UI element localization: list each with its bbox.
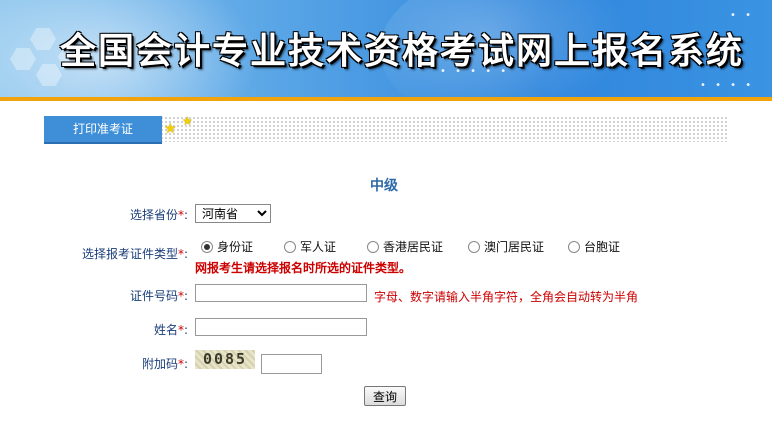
header-divider bbox=[0, 97, 772, 101]
dots-decoration: • • • • bbox=[700, 80, 755, 91]
radio-unchecked-icon[interactable] bbox=[468, 240, 480, 253]
id-type-radio-macau[interactable]: 澳门居民证 bbox=[468, 238, 544, 255]
dots-decoration: • • bbox=[730, 10, 754, 21]
radio-checked-icon[interactable] bbox=[201, 240, 213, 253]
id-type-radio-hongkong[interactable]: 香港居民证 bbox=[367, 238, 443, 255]
header-banner: • • • • • • • • • • • 全国会计专业技术资格考试网上报名系统 bbox=[0, 0, 772, 98]
radio-unchecked-icon[interactable] bbox=[568, 240, 580, 253]
id-type-label: 选择报考证件类型*: bbox=[81, 247, 188, 261]
star-icon: ★ bbox=[182, 114, 193, 128]
captcha-label: 附加码*: bbox=[141, 357, 188, 371]
banner-title: 全国会计专业技术资格考试网上报名系统 bbox=[60, 30, 745, 72]
id-type-radio-id-card[interactable]: 身份证 bbox=[201, 238, 253, 255]
id-number-input[interactable] bbox=[195, 284, 367, 302]
province-label: 选择省份*: bbox=[129, 208, 188, 222]
radio-unchecked-icon[interactable] bbox=[367, 240, 379, 253]
radio-unchecked-icon[interactable] bbox=[284, 240, 296, 253]
captcha-image[interactable]: 0085 bbox=[195, 350, 255, 369]
province-select[interactable]: 河南省 bbox=[195, 204, 271, 223]
exam-level-heading: 中级 bbox=[370, 178, 398, 194]
star-icon: ★ bbox=[164, 121, 177, 137]
name-label: 姓名*: bbox=[153, 323, 188, 337]
captcha-input[interactable] bbox=[261, 354, 322, 374]
id-type-radio-taiwan[interactable]: 台胞证 bbox=[568, 238, 620, 255]
id-type-radio-military[interactable]: 军人证 bbox=[284, 238, 336, 255]
id-number-hint: 字母、数字请输入半角字符，全角会自动转为半角 bbox=[374, 290, 639, 304]
tab-print-admission-ticket[interactable]: 打印准考证 bbox=[44, 116, 162, 144]
query-button[interactable]: 查询 bbox=[364, 386, 406, 406]
id-type-warning: 网报考生请选择报名时所选的证件类型。 bbox=[195, 261, 412, 275]
id-number-label: 证件号码*: bbox=[129, 289, 188, 303]
name-input[interactable] bbox=[195, 318, 367, 336]
